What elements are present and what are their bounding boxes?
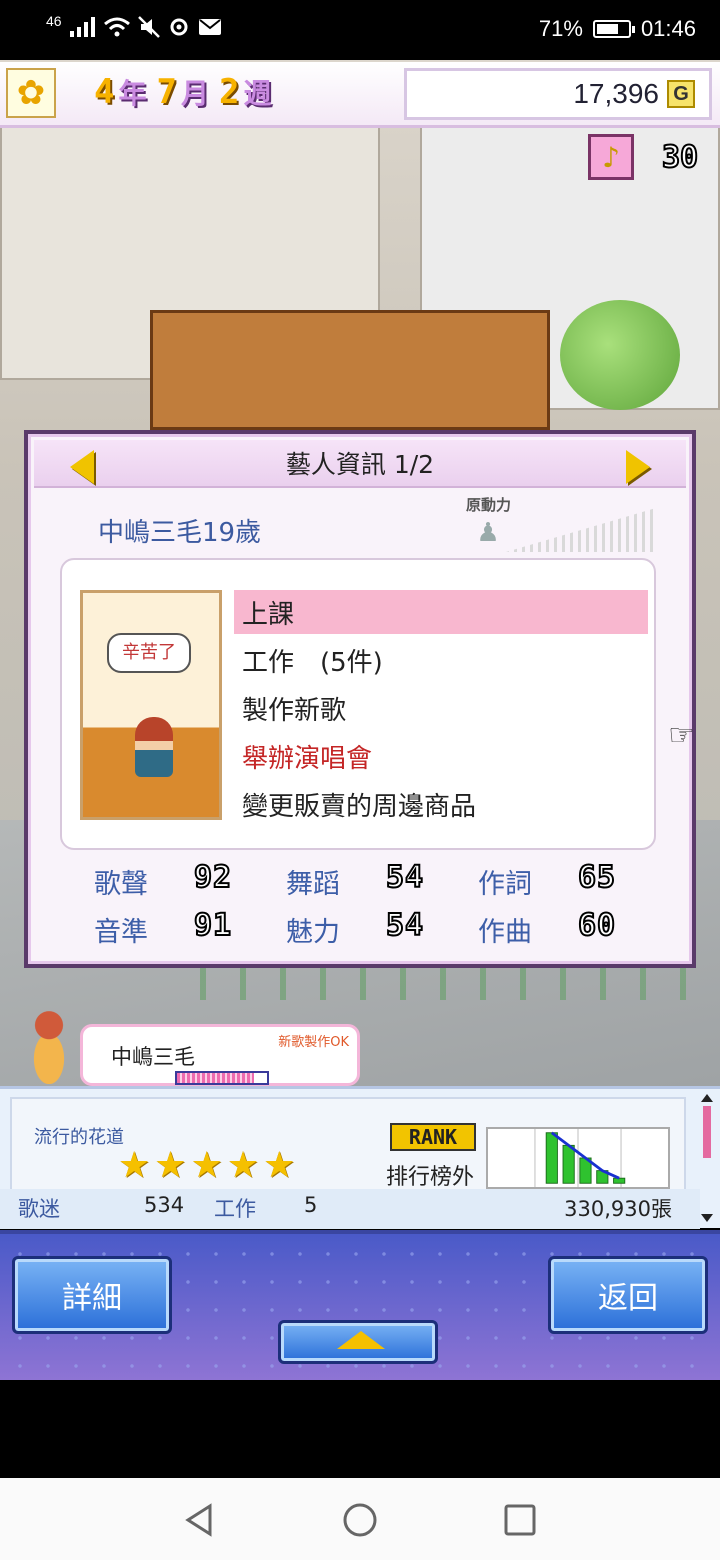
recents-nav-icon[interactable] <box>500 1500 540 1540</box>
rank-bar <box>562 1144 575 1184</box>
stat-label: 歌聲 <box>94 869 148 900</box>
month-unit: 月 <box>180 77 209 110</box>
rank-status: 排行榜外 <box>386 1165 475 1190</box>
top-hud: ✿ 4 年 7 月 2 週 17,396 G <box>0 62 720 128</box>
star-icon: ★ <box>154 1145 187 1186</box>
clock: 01:46 <box>640 16 696 41</box>
gold-currency-icon: G <box>667 80 695 108</box>
week-value: 2 <box>219 72 240 112</box>
year-unit: 年 <box>118 77 147 110</box>
game-date: 4 年 7 月 2 週 <box>94 72 278 112</box>
rank-badge: RANK <box>390 1123 476 1151</box>
star-icon: ★ <box>226 1145 260 1186</box>
artist-summary: 流行的花道 ★ ★ ★ ★ ★ RANK 排行榜外 歌迷 534 工作 5 330,93… <box>0 1086 720 1229</box>
menu-option[interactable]: 舉辦演唱會 <box>234 734 648 778</box>
motivation-icon: ♟ <box>476 518 500 548</box>
star-icon: ★ <box>263 1145 296 1186</box>
star-icon: ★ <box>118 1145 151 1186</box>
status-icons: 46 <box>46 13 222 38</box>
stat-value: 60 <box>577 907 617 944</box>
year-value: 4 <box>94 72 115 112</box>
artist-portrait: 辛苦了 <box>80 590 222 820</box>
artist-info-panel: 藝人資訊 1/2 中嶋三毛19歲 原動力 ♟ 辛苦了 上課 工作 (5件) 製作新歌… <box>24 430 696 968</box>
cell-signal-icon <box>69 17 95 37</box>
menu-option[interactable]: 變更販賣的周邊商品 <box>234 782 648 826</box>
mail-icon <box>198 19 221 35</box>
scrollbar[interactable] <box>698 1094 716 1222</box>
sunflower-icon[interactable]: ✿ <box>6 68 56 118</box>
home-nav-icon[interactable] <box>340 1500 380 1540</box>
mute-icon <box>137 16 160 38</box>
menu-option[interactable]: 製作新歌 <box>234 686 648 730</box>
studio-room <box>150 310 550 430</box>
battery-percent: 71% <box>538 16 583 41</box>
sync-icon <box>170 18 188 36</box>
month-value: 7 <box>156 72 177 112</box>
expand-up-button[interactable] <box>278 1320 438 1364</box>
action-menu: 辛苦了 上課 工作 (5件) 製作新歌 舉辦演唱會 變更販賣的周邊商品 ☜ <box>60 558 695 850</box>
speech-bubble: 辛苦了 <box>107 633 191 673</box>
stat-value: 92 <box>193 859 233 896</box>
sales-value: 330,930張 <box>564 1197 672 1221</box>
pointer-hand-icon: ☜ <box>668 718 695 753</box>
panel-header: 藝人資訊 1/2 <box>34 440 686 488</box>
week-unit: 週 <box>243 77 272 110</box>
scroll-thumb[interactable] <box>703 1106 711 1158</box>
artist-sprite <box>135 717 173 777</box>
stat-label: 舞蹈 <box>286 869 340 900</box>
money-value: 17,396 <box>573 78 659 109</box>
stat-value: 91 <box>193 907 233 944</box>
money-display: 17,396 G <box>404 68 712 120</box>
artist-chibi-icon[interactable] <box>14 1000 84 1084</box>
fans-label: 歌迷 <box>18 1197 60 1221</box>
motivation-label: 原動力 <box>466 496 512 514</box>
rank-chart <box>486 1127 670 1189</box>
stat-value: 54 <box>385 907 425 944</box>
stat-label: 作曲 <box>478 917 532 948</box>
stats-row: 歌迷 534 工作 5 330,930張 <box>0 1189 700 1229</box>
menu-option[interactable]: 上課 <box>234 590 648 634</box>
android-nav-bar <box>0 1478 720 1560</box>
stat-value: 54 <box>385 859 425 896</box>
detail-button[interactable]: 詳細 <box>12 1256 172 1334</box>
artist-progress-bar <box>175 1071 269 1085</box>
jobs-value: 5 <box>304 1193 318 1217</box>
stat-label: 作詞 <box>478 869 532 900</box>
panel-title: 藝人資訊 1/2 <box>285 450 435 479</box>
back-button[interactable]: 返回 <box>548 1256 708 1334</box>
stat-label: 魅力 <box>286 917 340 948</box>
trend-name: 流行的花道 <box>34 1127 124 1148</box>
rank-bar <box>545 1132 558 1184</box>
artist-strip[interactable]: 中嶋三毛 新歌製作OK <box>80 1024 360 1086</box>
stat-label: 音準 <box>94 917 148 948</box>
status-bar: 46 71% 01:46 <box>0 0 720 60</box>
wifi-icon <box>103 17 130 37</box>
new-song-ok-badge: 新歌製作OK <box>278 1035 349 1050</box>
fans-value: 534 <box>144 1193 185 1217</box>
motivation-gauge <box>506 508 656 552</box>
bottom-button-bar: 詳細 返回 <box>0 1230 720 1380</box>
rank-bar <box>613 1177 626 1184</box>
gramophone-trophy-icon[interactable]: ♪ <box>588 134 634 180</box>
back-nav-icon[interactable] <box>180 1500 220 1540</box>
trophy-count: 30 <box>661 139 699 176</box>
stat-value: 65 <box>577 859 617 896</box>
battery-icon <box>592 20 635 38</box>
star-icon: ★ <box>190 1145 223 1186</box>
scroll-up-icon[interactable] <box>701 1094 713 1102</box>
artist-name: 中嶋三毛19歲 <box>98 518 262 548</box>
signal-icon: 46 <box>46 13 62 29</box>
scroll-down-icon[interactable] <box>701 1214 713 1222</box>
prev-arrow-icon[interactable] <box>70 450 94 484</box>
menu-option[interactable]: 工作 (5件) <box>234 638 648 682</box>
next-arrow-icon[interactable] <box>626 450 650 484</box>
jobs-label: 工作 <box>214 1197 256 1221</box>
strip-artist-name: 中嶋三毛 <box>111 1045 195 1069</box>
tree <box>560 300 680 410</box>
up-arrow-icon <box>337 1331 385 1349</box>
popularity-stars: ★ ★ ★ ★ ★ <box>118 1145 295 1186</box>
